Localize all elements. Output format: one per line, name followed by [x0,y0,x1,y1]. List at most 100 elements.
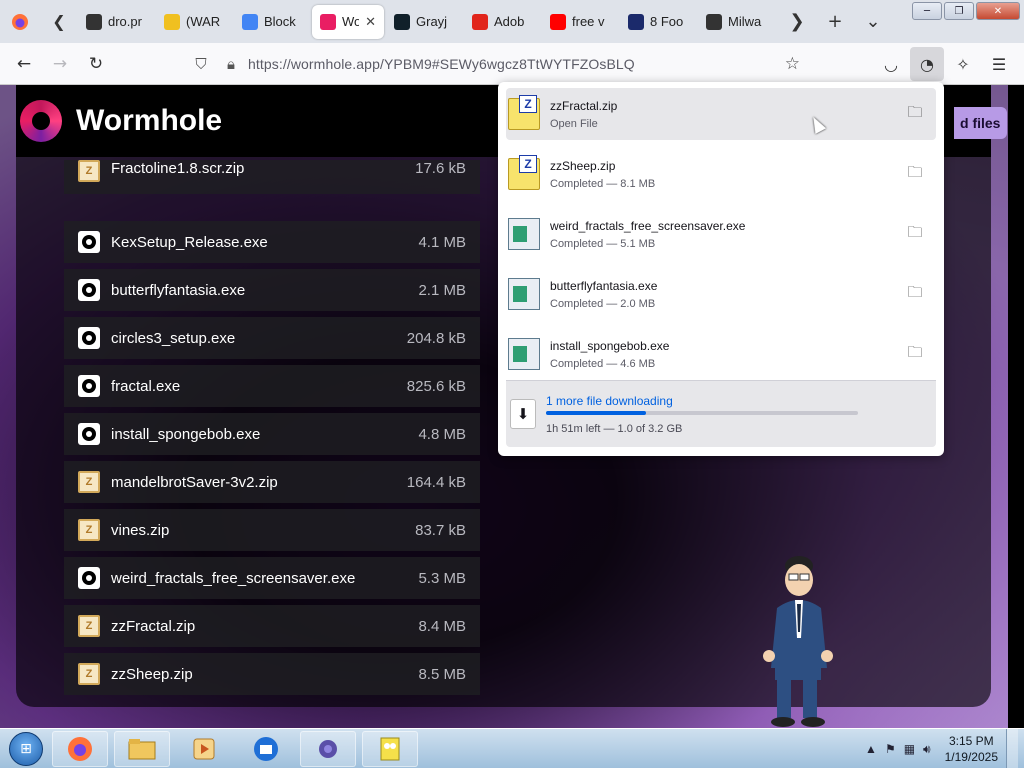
tab[interactable]: free v [542,5,618,39]
tab-label: Block [264,14,296,29]
file-row[interactable]: ZmandelbrotSaver-3v2.zip 164.4 kB [64,461,480,503]
show-in-folder-icon[interactable]: 🗀 [900,282,930,307]
show-desktop-button[interactable] [1006,729,1018,768]
bookmark-star-icon[interactable]: ☆ [785,54,800,74]
file-row[interactable]: weird_fractals_free_screensaver.exe 5.3 M… [64,557,480,599]
start-button[interactable]: ⊞ [0,729,52,768]
file-row[interactable]: install_spongebob.exe 4.8 MB [64,413,480,455]
tab[interactable]: Adob [464,5,540,39]
close-tab-icon[interactable]: ✕ [365,14,376,30]
network-icon[interactable]: ▦ [904,742,915,756]
file-row[interactable]: ZzzFractal.zip 8.4 MB [64,605,480,647]
tab[interactable]: 8 Foo [620,5,696,39]
tab[interactable]: Milwa [698,5,774,39]
tab[interactable]: dro.pr [78,5,154,39]
file-size: 164.4 kB [406,473,466,491]
news-icon [628,13,644,30]
taskbar-media-player-icon[interactable] [176,731,232,767]
download-name: butterflyfantasia.exe [550,278,658,293]
file-name: mandelbrotSaver-3v2.zip [111,473,278,491]
tracking-protection-icon[interactable]: ⛉ [186,56,216,73]
tab-list: dro.pr (WAR Block Wo ✕ Grayj Adob free v 8 Foo Mi… [78,4,774,39]
tab[interactable]: Grayj [386,5,462,39]
show-in-folder-icon[interactable]: 🗀 [900,222,930,247]
file-row[interactable]: circles3_setup.exe 204.8 kB [64,317,480,359]
system-tray: ▲ ⚑ ▦ 🔊︎ 3:15 PM 1/19/2025 [865,729,1018,768]
zip-file-icon: Z [78,663,100,685]
address-bar[interactable]: ⛉ 🔒︎ https://wormhole.app/YPBM9#SEWy6wgc… [186,49,810,79]
tab[interactable]: Wo ✕ [312,4,384,39]
show-hidden-icons-icon[interactable]: ▲ [865,742,877,756]
file-name: KexSetup_Release.exe [111,233,268,251]
taskbar-screensaver-app-icon[interactable] [300,730,356,767]
taskbar-thunderbird-icon[interactable] [238,731,294,767]
tabs-scroll-left-icon[interactable]: ❮ [40,0,78,43]
zip-archive-icon: Z [508,155,540,190]
download-item[interactable]: butterflyfantasia.exe Completed — 2.0 MB 🗀 [506,268,936,320]
file-size: 83.7 kB [415,521,466,539]
clock[interactable]: 3:15 PM 1/19/2025 [945,733,998,765]
file-row[interactable]: KexSetup_Release.exe 4.1 MB [64,221,480,263]
lock-icon[interactable]: 🔒︎ [216,56,246,73]
taskbar-spongebob-icon[interactable] [362,730,418,767]
file-row[interactable]: Zvines.zip 83.7 kB [64,509,480,551]
url-text[interactable]: https://wormhole.app/YPBM9#SEWy6wgcz8TtW… [248,56,635,72]
tabs-scroll-right-icon[interactable]: ❯ [778,0,816,43]
file-row[interactable]: Z Fractoline1.8.scr.zip 17.6 kB [64,160,480,194]
download-item[interactable]: ZzzFractal.zip Open File 🗀 [506,88,936,140]
downloads-icon[interactable]: ◔ [910,47,944,81]
exe-file-icon [78,279,100,301]
taskbar-file-explorer-icon[interactable] [114,730,170,767]
tab-label: Grayj [416,14,448,29]
show-in-folder-icon[interactable]: 🗀 [900,162,930,187]
download-progress-text: 1h 51m left — 1.0 of 3.2 GB [546,423,683,435]
new-tab-button[interactable]: + [816,0,854,43]
file-row[interactable]: butterflyfantasia.exe 2.1 MB [64,269,480,311]
minimize-button[interactable]: ─ [912,2,942,20]
windows-logo-icon: ⊞ [9,731,43,766]
download-item[interactable]: weird_fractals_free_screensaver.exe Compl… [506,208,936,260]
download-progress-bar [546,411,858,415]
reload-icon[interactable]: ↻ [78,46,114,82]
close-window-button[interactable]: ✕ [976,2,1020,20]
file-name: weird_fractals_free_screensaver.exe [111,569,356,587]
file-row[interactable]: fractal.exe 825.6 kB [64,365,480,407]
show-in-folder-icon[interactable]: 🗀 [900,342,930,367]
add-files-button[interactable]: d files [954,107,1007,139]
tab-label: (WAR [186,14,221,29]
tab-label: Milwa [728,14,762,29]
tab[interactable]: Block [234,5,310,39]
download-item[interactable]: install_spongebob.exe Completed — 4.6 MB 🗀 [506,328,936,380]
taskbar-firefox-icon[interactable] [52,730,108,767]
forward-icon[interactable]: → [42,46,78,82]
maximize-button[interactable]: ❐ [944,2,974,20]
more-downloads-row[interactable]: ⬇ 1 more file downloading 1h 51m left — … [506,381,936,447]
zip-archive-icon: Z [508,95,540,130]
download-name: zzFractal.zip [550,98,618,113]
tab[interactable]: (WAR [156,5,232,39]
file-row[interactable]: ZzzSheep.zip 8.5 MB [64,653,480,695]
file-size: 2.1 MB [418,281,466,299]
list-all-tabs-icon[interactable]: ⌄ [854,0,892,43]
more-downloads-title[interactable]: 1 more file downloading [546,394,673,408]
download-item[interactable]: ZzzSheep.zip Completed — 8.1 MB 🗀 [506,148,936,200]
file-size: 4.8 MB [418,425,466,443]
pocket-icon[interactable]: ◡ [874,47,908,81]
firefox-menu-icon[interactable] [0,0,40,43]
downloads-panel: ⬇ 1 more file downloading 1h 51m left — … [498,82,944,456]
file-size: 204.8 kB [406,329,466,347]
download-info: install_spongebob.exe Completed — 4.6 MB [550,339,900,370]
file-size: 8.4 MB [418,617,466,635]
exe-file-icon [78,423,100,445]
brand-name[interactable]: Wormhole [76,104,222,138]
action-center-icon[interactable]: ⚑ [885,742,896,756]
tab-label: Adob [494,14,525,29]
extensions-icon[interactable]: ✧ [946,47,980,81]
app-menu-icon[interactable]: ☰ [982,47,1016,81]
volume-icon[interactable]: 🔊︎ [923,742,931,757]
document-icon [86,13,102,30]
back-icon[interactable]: ← [6,46,42,82]
wormhole-logo-icon[interactable] [20,100,62,142]
show-in-folder-icon[interactable]: 🗀 [900,102,930,127]
download-arrow-icon: ⬇ [510,399,536,429]
